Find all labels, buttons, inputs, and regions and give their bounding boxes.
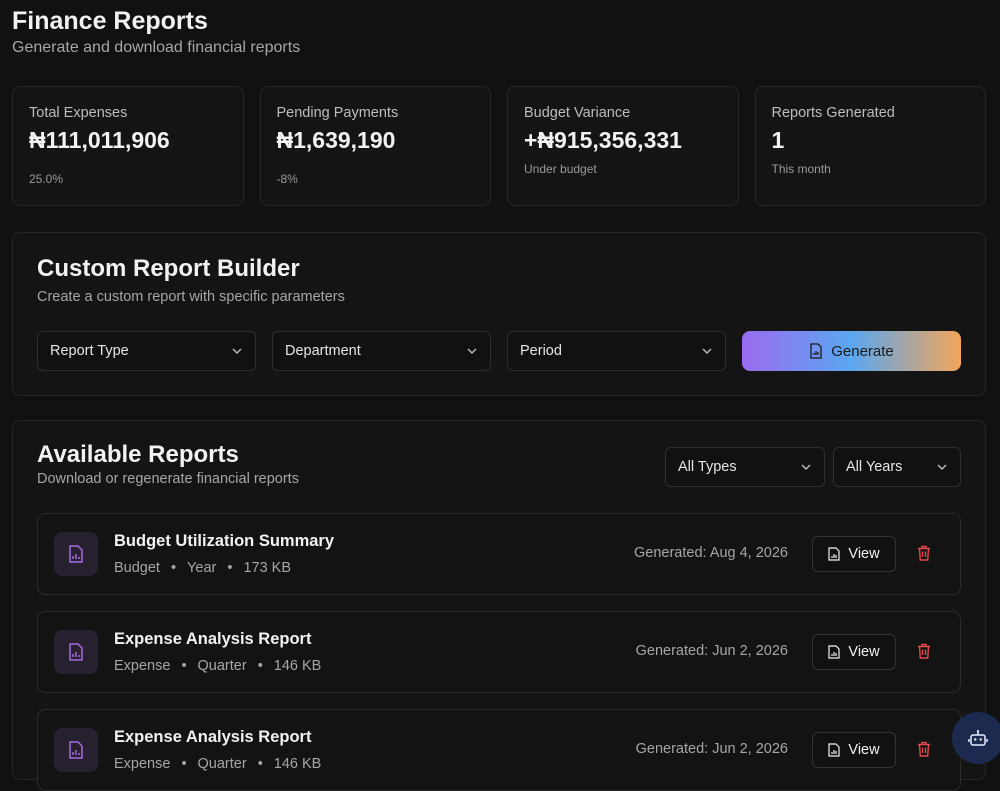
file-chart-icon [828, 547, 841, 561]
report-size: 173 KB [243, 560, 292, 576]
file-chart-icon [69, 741, 83, 759]
page-subtitle: Generate and download financial reports [12, 39, 301, 56]
stat-card-reports-generated: Reports Generated 1 This month [754, 86, 986, 206]
report-generated-date: Generated: Jun 2, 2026 [635, 643, 788, 659]
file-chart-icon [810, 343, 822, 359]
view-label: View [848, 546, 880, 562]
report-meta: Budget • Year • 173 KB [114, 560, 292, 576]
stat-value: 1 [771, 127, 785, 153]
type-filter-value: All Types [678, 459, 737, 475]
stat-label: Reports Generated [771, 105, 895, 121]
assistant-button[interactable] [952, 712, 1000, 764]
builder-title: Custom Report Builder [37, 255, 300, 282]
report-generated-date: Generated: Jun 2, 2026 [635, 741, 788, 757]
custom-report-builder: Custom Report Builder Create a custom re… [12, 232, 986, 396]
report-type: Budget [114, 560, 160, 576]
report-file-badge [54, 630, 98, 674]
chevron-down-icon [702, 348, 712, 354]
stat-note: 25.0% [29, 172, 64, 186]
page-title: Finance Reports [12, 7, 208, 35]
report-size: 146 KB [273, 658, 322, 674]
report-type: Expense [114, 658, 171, 674]
report-period: Year [187, 560, 217, 576]
report-name: Expense Analysis Report [114, 728, 312, 746]
year-filter-value: All Years [846, 459, 903, 475]
view-label: View [848, 742, 880, 758]
department-select[interactable]: Department [272, 331, 491, 371]
stat-note: This month [771, 162, 831, 176]
chevron-down-icon [232, 348, 242, 354]
report-meta: Expense • Quarter • 146 KB [114, 658, 322, 674]
bot-icon [968, 730, 988, 746]
report-type-value: Report Type [50, 343, 129, 359]
report-type: Expense [114, 756, 171, 772]
report-name: Expense Analysis Report [114, 630, 312, 648]
builder-subtitle: Create a custom report with specific par… [37, 289, 345, 305]
report-row: Budget Utilization Summary Budget • Year • 1… [37, 513, 961, 595]
stat-card-pending-payments: Pending Payments ₦1,639,190 -8% [259, 86, 491, 206]
stat-card-total-expenses: Total Expenses ₦111,011,906 25.0% [12, 86, 244, 206]
chevron-down-icon [467, 348, 477, 354]
trash-icon[interactable] [917, 741, 931, 757]
stat-label: Total Expenses [29, 105, 128, 121]
generate-label: Generate [831, 342, 894, 360]
department-value: Department [285, 343, 361, 359]
report-period: Quarter [197, 756, 247, 772]
period-select[interactable]: Period [507, 331, 726, 371]
stat-value: ₦111,011,906 [29, 127, 170, 153]
file-chart-icon [69, 545, 83, 563]
stat-note: Under budget [524, 162, 597, 176]
stat-value: +₦915,356,331 [524, 127, 682, 153]
view-button[interactable]: View [812, 634, 896, 670]
report-file-badge [54, 728, 98, 772]
report-size: 146 KB [273, 756, 322, 772]
trash-icon[interactable] [917, 643, 931, 659]
report-row: Expense Analysis Report Expense • Quarter •… [37, 611, 961, 693]
view-label: View [848, 644, 880, 660]
chevron-down-icon [801, 464, 811, 470]
view-button[interactable]: View [812, 536, 896, 572]
report-period: Quarter [197, 658, 247, 674]
file-chart-icon [828, 645, 841, 659]
stat-value: ₦1,639,190 [276, 127, 396, 153]
stat-label: Pending Payments [276, 105, 399, 121]
reports-title: Available Reports [37, 441, 239, 468]
reports-subtitle: Download or regenerate financial reports [37, 471, 299, 487]
available-reports: Available Reports Download or regenerate… [12, 420, 986, 791]
stat-note: -8% [276, 172, 298, 186]
report-file-badge [54, 532, 98, 576]
stat-label: Budget Variance [524, 105, 631, 121]
report-row: Expense Analysis Report Expense • Quarter •… [37, 709, 961, 791]
trash-icon[interactable] [917, 545, 931, 561]
report-name: Budget Utilization Summary [114, 532, 335, 550]
view-button[interactable]: View [812, 732, 896, 768]
stat-card-budget-variance: Budget Variance +₦915,356,331 Under budg… [507, 86, 739, 206]
file-chart-icon [69, 643, 83, 661]
page-header: Finance Reports Generate and download fi… [12, 6, 300, 57]
stats-row: Total Expenses ₦111,011,906 25.0% Pendin… [12, 86, 986, 206]
period-value: Period [520, 343, 562, 359]
chevron-down-icon [937, 464, 947, 470]
type-filter-select[interactable]: All Types [665, 447, 825, 487]
report-generated-date: Generated: Aug 4, 2026 [634, 545, 788, 561]
year-filter-select[interactable]: All Years [833, 447, 961, 487]
generate-button[interactable]: Generate [742, 331, 961, 371]
file-chart-icon [828, 743, 841, 757]
report-type-select[interactable]: Report Type [37, 331, 256, 371]
report-meta: Expense • Quarter • 146 KB [114, 756, 322, 772]
